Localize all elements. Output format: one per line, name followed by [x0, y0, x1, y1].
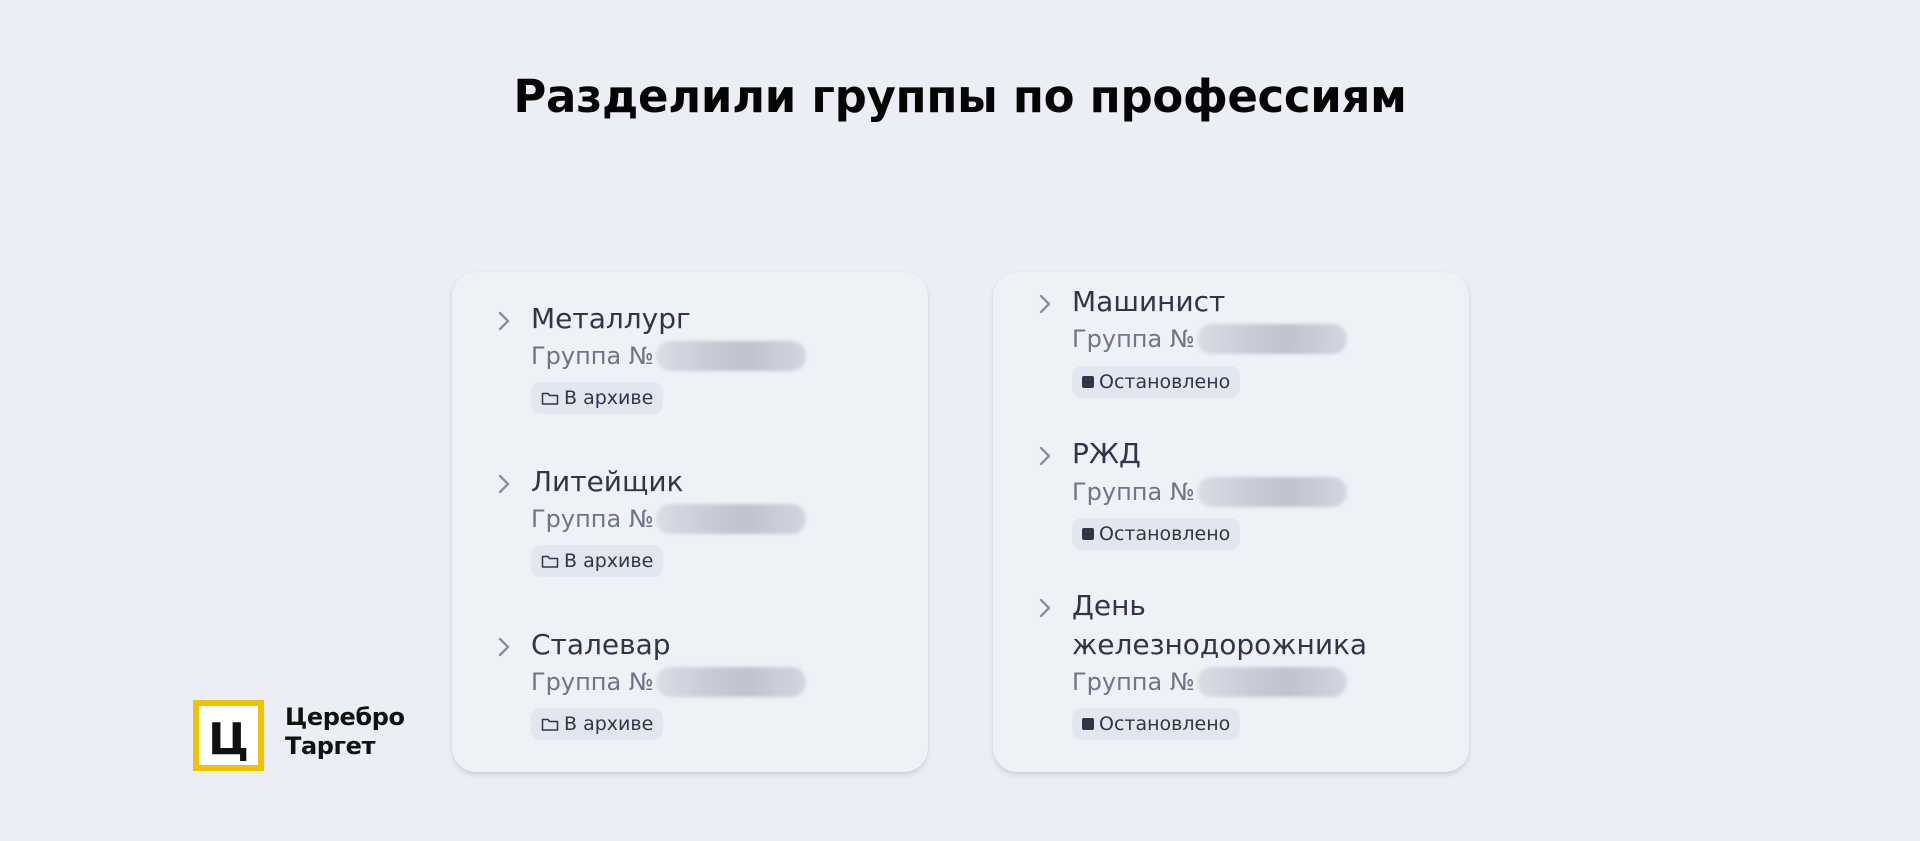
redacted-group-id [1196, 667, 1347, 697]
logo-letter-mark: Ц [208, 714, 249, 765]
campaign-list-left: Металлург Группа № В архиве Литейщик Гру… [452, 272, 928, 772]
brand-name: Церебро Таргет [285, 703, 405, 761]
item-title[interactable]: Машинист [1072, 283, 1402, 321]
group-label: Группа № [1072, 668, 1195, 696]
status-badge: В архиве [531, 545, 664, 577]
stop-icon [1082, 528, 1094, 540]
status-badge: В архиве [531, 382, 664, 414]
brand-name-line-2: Таргет [285, 732, 376, 760]
status-label: Остановлено [1099, 713, 1231, 735]
chevron-right-icon[interactable] [494, 308, 514, 334]
item-title-line-2[interactable]: железнодорожника [1072, 626, 1402, 664]
status-label: В архиве [564, 713, 654, 735]
chevron-right-icon[interactable] [494, 634, 514, 660]
chevron-right-icon[interactable] [1035, 291, 1055, 317]
status-badge: Остановлено [1072, 518, 1241, 550]
chevron-right-icon[interactable] [494, 471, 514, 497]
brand-logo: Ц [193, 700, 264, 771]
folder-icon [541, 717, 559, 732]
group-label: Группа № [1072, 478, 1195, 506]
group-number: Группа № [531, 341, 806, 371]
stop-icon [1082, 718, 1094, 730]
list-item[interactable]: Литейщик Группа № В архиве [452, 459, 928, 577]
folder-icon [541, 554, 559, 569]
group-number: Группа № [1072, 477, 1347, 507]
stop-icon [1082, 376, 1094, 388]
redacted-group-id [655, 667, 806, 697]
page-title: Разделили группы по профессиям [513, 70, 1407, 123]
group-label: Группа № [531, 505, 654, 533]
list-item[interactable]: Сталевар Группа № В архиве [452, 622, 928, 740]
list-item[interactable]: День железнодорожника Группа № Остановле… [993, 589, 1469, 742]
item-title[interactable]: РЖД [1072, 435, 1402, 473]
campaign-list-right: Машинист Группа № Остановлено РЖД Группа… [993, 272, 1469, 772]
brand-name-line-1: Церебро [285, 703, 405, 731]
chevron-right-icon[interactable] [1035, 443, 1055, 469]
svg-text:Ц: Ц [208, 714, 249, 765]
status-label: В архиве [564, 550, 654, 572]
folder-icon [541, 391, 559, 406]
item-title[interactable]: Сталевар [531, 626, 861, 664]
list-item[interactable]: РЖД Группа № Остановлено [993, 437, 1469, 550]
item-title[interactable]: Литейщик [531, 463, 861, 501]
item-title-line-1[interactable]: День [1072, 587, 1402, 625]
status-badge: В архиве [531, 708, 664, 740]
group-number: Группа № [531, 667, 806, 697]
group-number: Группа № [531, 504, 806, 534]
status-badge: Остановлено [1072, 708, 1241, 740]
redacted-group-id [655, 504, 806, 534]
group-label: Группа № [531, 668, 654, 696]
status-badge: Остановлено [1072, 366, 1241, 398]
group-label: Группа № [1072, 325, 1195, 353]
group-number: Группа № [1072, 667, 1347, 697]
item-title[interactable]: Металлург [531, 300, 861, 338]
redacted-group-id [655, 341, 806, 371]
status-label: Остановлено [1099, 523, 1231, 545]
list-item[interactable]: Машинист Группа № Остановлено [993, 285, 1469, 398]
group-label: Группа № [531, 342, 654, 370]
status-label: Остановлено [1099, 371, 1231, 393]
chevron-right-icon[interactable] [1035, 595, 1055, 621]
status-label: В архиве [564, 387, 654, 409]
list-item[interactable]: Металлург Группа № В архиве [452, 296, 928, 414]
redacted-group-id [1196, 324, 1347, 354]
redacted-group-id [1196, 477, 1347, 507]
group-number: Группа № [1072, 324, 1347, 354]
